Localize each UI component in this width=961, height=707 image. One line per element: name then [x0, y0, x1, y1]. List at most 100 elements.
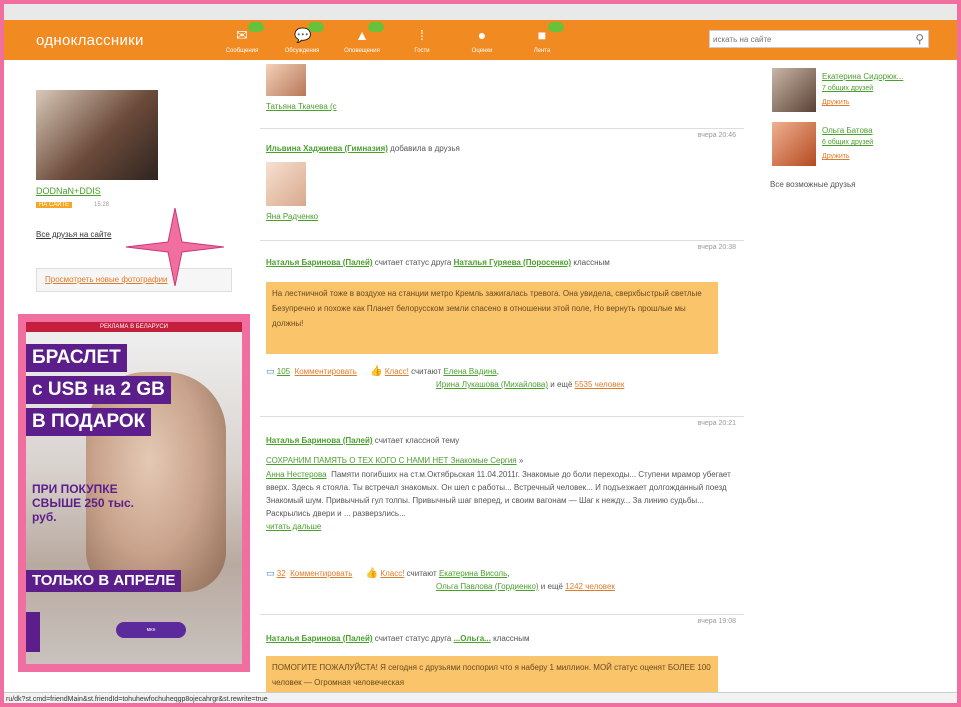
- search-box: ⚲: [709, 30, 929, 48]
- feed-action-text: добавила в друзья: [387, 144, 460, 153]
- possible-friends-link[interactable]: Все возможные друзья: [770, 180, 855, 189]
- nav-ratings[interactable]: ● Оценки: [452, 22, 512, 58]
- ad-subtext: ПРИ ПОКУПКЕ СВЫШЕ 250 тыс. руб.: [32, 482, 134, 524]
- feed-action-text: считает классной тему: [372, 436, 460, 445]
- all-friends-link[interactable]: Все друзья на сайте: [36, 230, 111, 239]
- nav-feed[interactable]: ■ Лента: [512, 22, 572, 58]
- klass-more-link[interactable]: 5535 человек: [575, 380, 625, 389]
- top-navigation-bar: одноклассники ✉ Сообщения 💬 Обсуждения ▲…: [4, 20, 957, 60]
- feed-actor-link[interactable]: Ильвина Хаджиева (Гимназия): [266, 144, 388, 153]
- read-more-link[interactable]: читать дальше: [266, 522, 321, 531]
- feed-timestamp: вчера 20:46: [697, 132, 736, 139]
- klass-person-link[interactable]: Ольга Павлова (Гордиенко): [436, 582, 539, 591]
- status-quote: ПОМОГИТЕ ПОЖАЛУЙСТА! Я сегодня с друзьям…: [266, 656, 718, 696]
- nav-badge: [248, 22, 264, 32]
- envelope-icon: ✉: [236, 27, 248, 43]
- search-icon[interactable]: ⚲: [915, 32, 924, 46]
- feed-action-tail: классным: [490, 634, 530, 643]
- add-friend-link[interactable]: Дружить: [822, 99, 850, 106]
- bell-icon: ▲: [355, 27, 369, 43]
- status-quote: На лестничной тоже в воздухе на станции …: [266, 282, 718, 354]
- feed-timestamp: вчера 20:38: [697, 244, 736, 251]
- feed-separator: [260, 128, 744, 129]
- ad-headline-3: В ПОДАРОК: [26, 408, 152, 436]
- feed-action-tail: классным: [571, 258, 610, 267]
- klass-icon[interactable]: 👍: [370, 366, 382, 377]
- klass-more-pre: и ещё: [548, 380, 575, 389]
- common-friends-link[interactable]: 6 общих друзей: [822, 139, 873, 146]
- main-nav: ✉ Сообщения 💬 Обсуждения ▲ Оповещения ⁞ …: [212, 22, 572, 58]
- nav-badge: [368, 22, 384, 32]
- feed-timestamp: вчера 20:21: [697, 420, 736, 427]
- friend-photo[interactable]: [36, 90, 158, 180]
- feed-actor-link[interactable]: Наталья Баринова (Палей): [266, 436, 373, 445]
- nav-label: Сообщения: [225, 48, 259, 54]
- nav-notifications[interactable]: ▲ Оповещения: [332, 22, 392, 58]
- topic-group-link[interactable]: Знакомые Сергия: [448, 456, 517, 465]
- suggested-friend-name[interactable]: Ольга Батова: [822, 126, 873, 135]
- ad-headline-1: БРАСЛЕТ: [26, 344, 127, 372]
- comment-button[interactable]: Комментировать: [290, 569, 352, 578]
- nav-label: Обсуждения: [284, 48, 320, 54]
- friend-name-link[interactable]: DODNaN+DDIS: [36, 186, 101, 196]
- ad-headline-2: с USB на 2 GB: [26, 376, 171, 404]
- feed-action-text: считает статус друга: [372, 634, 454, 643]
- browser-frame: одноклассники ✉ Сообщения 💬 Обсуждения ▲…: [0, 0, 961, 707]
- nav-label: Оценки: [471, 48, 493, 54]
- klass-more-link[interactable]: 1242 человек: [565, 582, 615, 591]
- feed-friend-link[interactable]: ...Ольга...: [454, 634, 491, 643]
- comment-icon[interactable]: ▭: [266, 568, 275, 578]
- feed-friend-link[interactable]: Яна Радченко: [266, 212, 318, 221]
- klass-text: считают: [408, 367, 444, 376]
- feed-separator: [260, 240, 744, 241]
- footprints-icon: ⁞: [420, 27, 424, 43]
- browser-top-strip: [4, 4, 957, 20]
- klass-button[interactable]: Класс!: [380, 569, 404, 578]
- browser-status-bar: ru/dk?st.cmd=friendMain&st.friendId=tohu…: [4, 692, 957, 703]
- feed-actor-link[interactable]: Наталья Баринова (Палей): [266, 634, 373, 643]
- feed-person-link[interactable]: Татьяна Ткачева (с: [266, 102, 337, 111]
- friend-avatar[interactable]: [266, 162, 306, 206]
- comment-count[interactable]: 105: [277, 367, 290, 376]
- feed-action-text: считает статус друга: [372, 258, 454, 267]
- feed-actor-link[interactable]: Наталья Баринова (Палей): [266, 258, 373, 267]
- feed-photo[interactable]: [266, 64, 306, 96]
- nav-messages[interactable]: ✉ Сообщения: [212, 22, 272, 58]
- feed-icon: ■: [537, 27, 547, 43]
- nav-badge: [308, 22, 324, 32]
- add-friend-link[interactable]: Дружить: [822, 153, 850, 160]
- feed-separator: [260, 614, 744, 615]
- comment-count[interactable]: 32: [277, 569, 286, 578]
- search-input[interactable]: [710, 31, 906, 47]
- feed-actions: ▭ 105 Комментировать 👍 Класс! считают Ел…: [266, 366, 499, 377]
- nav-label: Оповещения: [344, 48, 380, 54]
- klass-more-pre: и ещё: [538, 582, 566, 591]
- feed-friend-link[interactable]: Наталья Гуряева (Поросенко): [454, 258, 572, 267]
- klass-button[interactable]: Класс!: [385, 367, 409, 376]
- common-friends-link[interactable]: 7 общих друзей: [822, 85, 873, 92]
- suggested-friend-avatar[interactable]: [772, 122, 816, 166]
- nav-guests[interactable]: ⁞ Гости: [392, 22, 452, 58]
- topic-text: Анна Нестерова Памяти погибших на ст.м.О…: [266, 468, 736, 533]
- klass-person-link[interactable]: Ирина Лукашова (Михайлова): [436, 380, 548, 389]
- comment-button[interactable]: Комментировать: [295, 367, 357, 376]
- klass-icon[interactable]: 👍: [366, 568, 378, 579]
- nav-label: Гости: [414, 48, 430, 54]
- feed-actions: ▭ 32 Комментировать 👍 Класс! считают Ека…: [266, 568, 510, 579]
- nav-discussions[interactable]: 💬 Обсуждения: [272, 22, 332, 58]
- topic-title-link[interactable]: СОХРАНИМ ПАМЯТЬ О ТЕХ КОГО С НАМИ НЕТ: [266, 456, 448, 465]
- nav-badge: [548, 22, 564, 32]
- klass-person-link[interactable]: Елена Вадина: [443, 367, 496, 376]
- ad-banner[interactable]: БРАСЛЕТ с USB на 2 GB В ПОДАРОК ПРИ ПОКУ…: [26, 332, 242, 664]
- ad-bottom-text: ТОЛЬКО В АПРЕЛЕ: [26, 570, 182, 592]
- comment-icon[interactable]: ▭: [266, 366, 275, 376]
- site-logo[interactable]: одноклассники: [36, 32, 144, 49]
- klass-person-link[interactable]: Екатерина Висоль: [439, 569, 507, 578]
- suggested-friend-avatar[interactable]: [772, 68, 816, 112]
- advertisement-highlight[interactable]: РЕКЛАМА В БЕЛАРУСИ БРАСЛЕТ с USB на 2 GB…: [18, 314, 250, 672]
- ad-header: РЕКЛАМА В БЕЛАРУСИ: [26, 322, 242, 332]
- nav-label: Лента: [533, 48, 551, 54]
- suggested-friend-name[interactable]: Екатерина Сидорюк...: [822, 72, 903, 81]
- topic-author-link[interactable]: Анна Нестерова: [266, 470, 327, 479]
- speech-bubbles-icon: 💬: [294, 27, 312, 43]
